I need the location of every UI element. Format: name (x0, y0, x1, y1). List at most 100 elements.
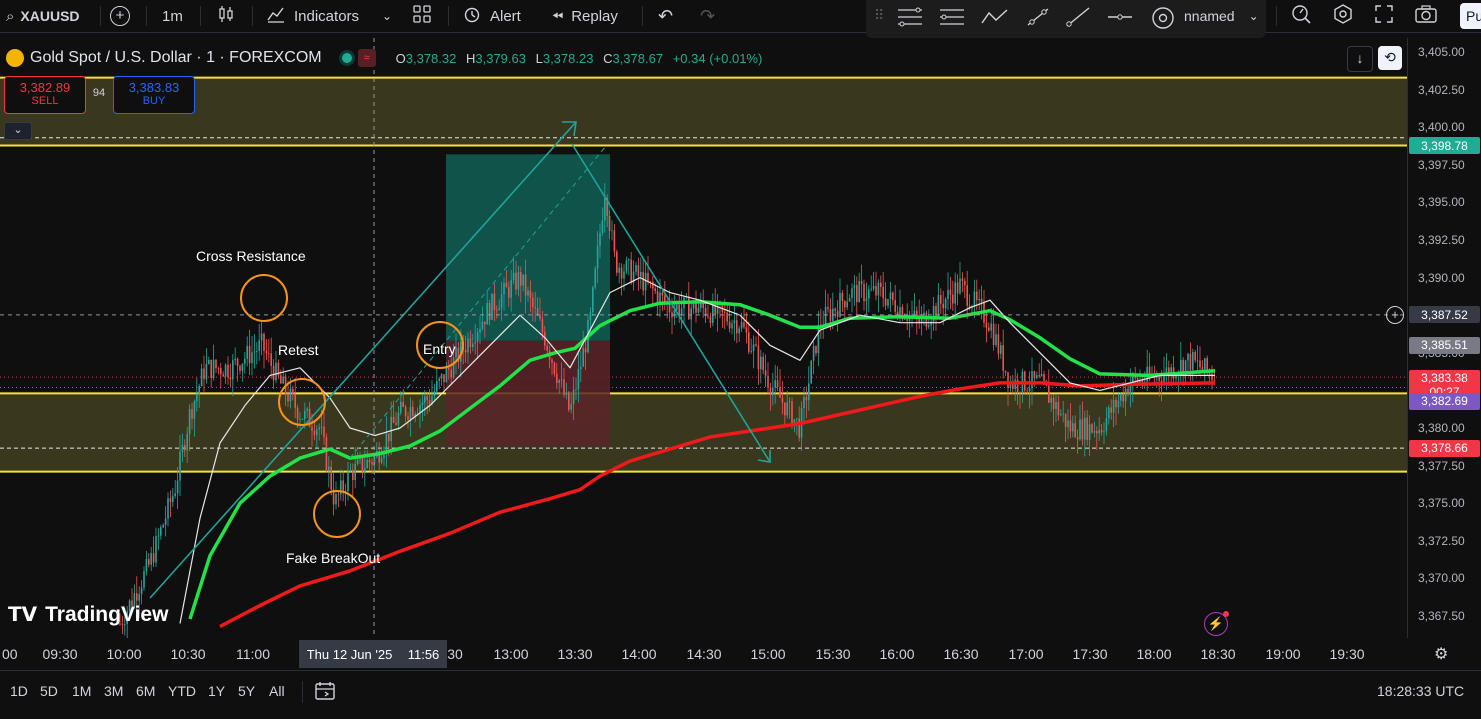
scroll-to-realtime-button[interactable]: ↓ (1347, 46, 1373, 72)
alert-button[interactable]: Alert (462, 0, 521, 32)
candle-body (364, 467, 366, 472)
candle-body (870, 288, 872, 290)
candle-body (402, 401, 404, 407)
candle-body (851, 288, 853, 298)
tradingview-logo[interactable]: 𝗧𝗩 TradingView (8, 602, 168, 627)
compare-button[interactable]: + (110, 0, 130, 32)
fib-retracement-tool-icon[interactable] (896, 5, 924, 34)
candle-body (1196, 360, 1199, 362)
candle-body (196, 393, 198, 402)
collapse-legend-button[interactable]: ⌄ (4, 122, 32, 140)
axis-settings-button[interactable]: ⚙ (1434, 644, 1454, 664)
undo-button[interactable]: ↶ (658, 0, 673, 32)
templates-chevron-icon[interactable]: ⌄ (382, 0, 392, 32)
candle-body (306, 408, 308, 411)
annotation-cross-resistance[interactable]: Cross Resistance (196, 248, 306, 264)
add-alert-plus-icon[interactable]: + (1386, 305, 1404, 324)
candle-body (263, 333, 265, 351)
indicators-icon (266, 4, 286, 28)
replay-button[interactable]: ⏪︎ Replay (552, 0, 618, 32)
candle-body (976, 291, 978, 301)
candle-body (553, 362, 556, 374)
range-button-1y[interactable]: 1Y (208, 683, 225, 699)
horizontal-line-tool-icon[interactable] (1106, 5, 1134, 34)
range-button-5d[interactable]: 5D (40, 683, 58, 699)
candle-body (707, 316, 709, 317)
time-axis[interactable]: 19:30 19:00 18:30 18:00 17:30 17:00 16:30 16:00… (0, 638, 1481, 670)
range-button-3m[interactable]: 3M (104, 683, 123, 699)
candle-body (1180, 359, 1182, 373)
candle-body (642, 272, 644, 291)
trend-line-tool-icon[interactable] (1024, 5, 1052, 34)
candle-body (445, 367, 448, 383)
candle-body (215, 359, 217, 368)
refresh-icon: ⟲ (1384, 49, 1396, 65)
candle-body (1057, 401, 1060, 416)
candle-body (380, 458, 383, 463)
layout-target-icon[interactable] (1150, 5, 1176, 36)
price-axis-label: 3,390.00 (1418, 270, 1465, 285)
candle-body (1088, 424, 1091, 440)
publish-button[interactable]: Pu (1460, 3, 1481, 29)
data-delay-icon[interactable]: ≈ (357, 49, 376, 67)
spread-value: 94 (92, 87, 106, 99)
candle-body (1002, 345, 1004, 371)
candle-body (496, 309, 498, 311)
layout-name-button[interactable]: nnamed ⌄ (1184, 0, 1259, 32)
price-axis-label: 3,402.50 (1418, 82, 1465, 97)
candle-body (877, 282, 880, 296)
candle-body (241, 363, 244, 371)
range-button-all[interactable]: All (269, 683, 285, 699)
candle-body (887, 299, 889, 306)
goto-date-button[interactable] (314, 680, 336, 707)
snapshot-button[interactable] (1414, 0, 1438, 32)
candle-body (484, 321, 486, 325)
candle-body (841, 292, 844, 302)
candle-body (253, 351, 256, 353)
candle-body (1072, 423, 1074, 432)
candle-body (325, 437, 328, 471)
candle-body (275, 362, 277, 381)
annotation-fake-breakout[interactable]: Fake BreakOut (286, 550, 380, 566)
price-axis[interactable]: 3,405.00 3,402.50 3,400.00 3,397.50 3,395.00… (1386, 38, 1481, 638)
auto-scale-button[interactable]: ⟲ (1378, 46, 1402, 70)
candle-body (397, 412, 400, 425)
candle-body (868, 289, 870, 299)
interval-button[interactable]: 1m (162, 0, 183, 32)
candle-body (1206, 358, 1208, 371)
range-button-1d[interactable]: 1D (10, 683, 28, 699)
range-button-1m[interactable]: 1M (72, 683, 91, 699)
fib-extension-tool-icon[interactable] (938, 5, 966, 34)
indicators-button[interactable]: Indicators (266, 0, 359, 32)
layouts-button[interactable] (412, 0, 432, 32)
annotation-entry[interactable]: Entry (423, 341, 456, 357)
settings-button[interactable] (1332, 0, 1354, 32)
fullscreen-button[interactable] (1374, 0, 1394, 32)
price-chart[interactable] (0, 38, 1407, 638)
symbol-search-button[interactable]: ⌕ XAUUSD (6, 0, 80, 32)
rewind-icon: ⏪︎ (552, 7, 564, 24)
chart-title[interactable]: Gold Spot / U.S. Dollar · 1 · FOREXCOM (30, 49, 322, 67)
candle-body (1129, 384, 1132, 395)
sell-button[interactable]: 3,382.89 SELL (4, 76, 86, 114)
drag-handle-icon[interactable]: ⠿ (874, 7, 884, 24)
candle-body (596, 245, 599, 269)
buy-button[interactable]: 3,383.83 BUY (113, 76, 195, 114)
lightning-alert-icon[interactable]: ⚡ (1204, 611, 1229, 636)
replay-label: Replay (571, 7, 618, 25)
path-tool-icon[interactable] (980, 5, 1010, 34)
chart-type-button[interactable] (216, 0, 236, 32)
candle-body (320, 426, 323, 428)
range-button-ytd[interactable]: YTD (168, 683, 196, 699)
redo-button[interactable]: ↷ (700, 0, 715, 32)
candle-body (191, 409, 193, 419)
annotation-retest[interactable]: Retest (278, 342, 318, 358)
utc-clock[interactable]: 18:28:33 UTC (1377, 683, 1464, 699)
range-button-5y[interactable]: 5Y (238, 683, 255, 699)
quick-search-button[interactable] (1290, 0, 1312, 32)
ray-tool-icon[interactable] (1064, 5, 1092, 34)
candle-body (776, 380, 779, 387)
candle-body (174, 493, 176, 496)
candle-body (188, 409, 191, 434)
range-button-6m[interactable]: 6M (136, 683, 155, 699)
